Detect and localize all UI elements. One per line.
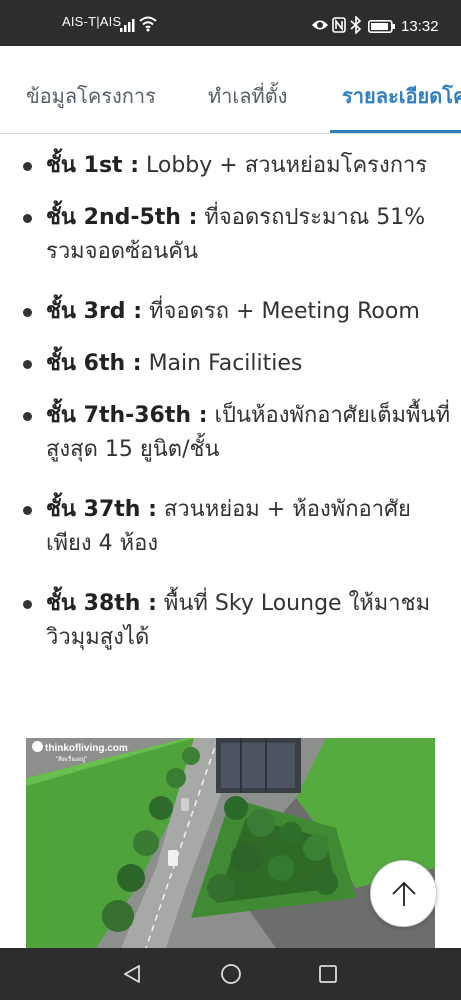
floor-label: ชั้น 38th :	[46, 591, 157, 616]
floor-description: ที่จอดรถ + Meeting Room	[142, 299, 420, 324]
logo-mark-icon	[32, 741, 43, 752]
bullet	[23, 308, 32, 317]
nav-recent-icon[interactable]	[318, 964, 338, 984]
status-bar: AIS-T|AIS 13:32	[0, 0, 461, 46]
status-time: 13:32	[401, 18, 439, 35]
floor-label: ชั้น 37th :	[46, 497, 157, 522]
list-item: ชั้น 2nd-5th : ที่จอดรถประมาณ 51% รวมจอด…	[23, 201, 451, 269]
floor-label: ชั้น 7th-36th :	[46, 403, 208, 428]
arrow-up-icon	[392, 881, 416, 906]
list-item: ชั้น 3rd : ที่จอดรถ + Meeting Room	[23, 295, 451, 329]
floor-label: ชั้น 1st :	[46, 153, 140, 178]
bluetooth-icon	[350, 16, 362, 34]
list-item: ชั้น 38th : พื้นที่ Sky Lounge ให้มาชมวิ…	[23, 587, 451, 655]
list-item: ชั้น 1st : Lobby + สวนหย่อมโครงการ	[23, 149, 451, 183]
system-nav-bar	[0, 948, 461, 1000]
tab-details[interactable]: รายละเอียดโค	[342, 80, 461, 112]
floor-label: ชั้น 3rd :	[46, 299, 142, 324]
list-item: ชั้น 6th : Main Facilities	[23, 347, 451, 381]
render-logo: thinkofliving.com	[32, 741, 128, 754]
floor-label: ชั้น 6th :	[46, 351, 142, 376]
nav-back-icon[interactable]	[121, 963, 143, 985]
logo-text: thinkofliving.com	[45, 743, 128, 754]
tab-bar: ข้อมูลโครงการ ทำเลที่ตั้ง รายละเอียดโค	[0, 46, 461, 134]
bullet	[23, 360, 32, 369]
wifi-icon	[139, 16, 157, 32]
logo-subtext: "คิดเรื่องอยู่"	[56, 757, 88, 763]
bullet	[23, 412, 32, 421]
bullet	[23, 162, 32, 171]
floor-description: Lobby + สวนหย่อมโครงการ	[139, 153, 428, 178]
bullet	[23, 600, 32, 609]
nfc-icon	[332, 17, 346, 33]
floor-list: ชั้น 1st : Lobby + สวนหย่อมโครงการ ชั้น …	[0, 134, 461, 704]
project-render-image: thinkofliving.com "คิดเรื่องอยู่"	[26, 738, 435, 948]
back-to-top-button[interactable]	[370, 860, 437, 927]
nav-home-icon[interactable]	[220, 963, 242, 985]
bullet	[23, 506, 32, 515]
list-item: ชั้น 7th-36th : เป็นห้องพักอาศัยเต็มพื้น…	[23, 399, 451, 467]
tab-location[interactable]: ทำเลที่ตั้ง	[208, 80, 287, 112]
eye-icon	[312, 20, 328, 30]
floor-description: Main Facilities	[141, 351, 303, 376]
carrier-label: AIS-T|AIS	[62, 14, 122, 29]
list-item: ชั้น 37th : สวนหย่อม + ห้องพักอาศัยเพียง…	[23, 493, 451, 561]
bullet	[23, 214, 32, 223]
battery-icon	[368, 20, 395, 33]
active-tab-indicator	[330, 130, 461, 133]
render-illustration	[26, 738, 435, 948]
floor-label: ชั้น 2nd-5th :	[46, 205, 198, 230]
tab-project-info[interactable]: ข้อมูลโครงการ	[26, 80, 156, 112]
signal-icon	[120, 19, 135, 32]
